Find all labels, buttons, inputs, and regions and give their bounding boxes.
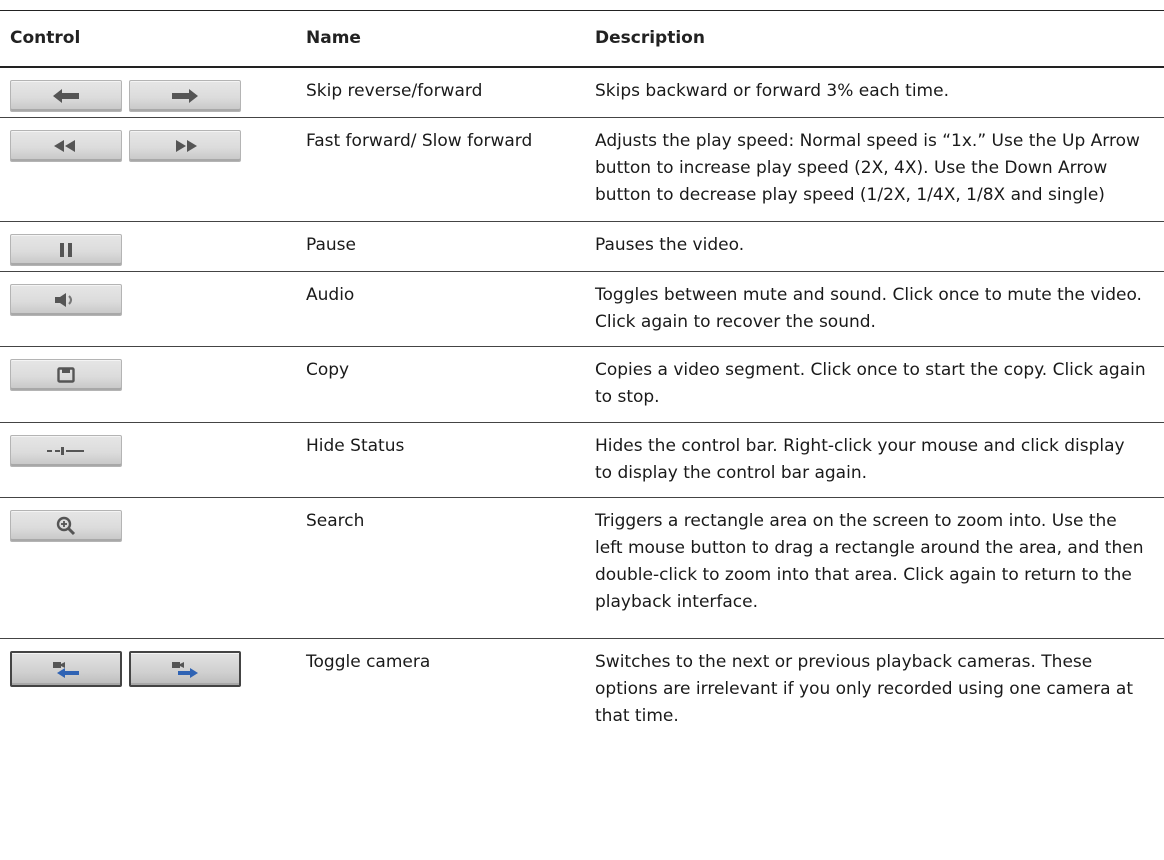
table-row: Audio Toggles between mute and sound. Cl…: [0, 272, 1164, 347]
control-buttons: [10, 435, 122, 467]
control-buttons: [10, 284, 122, 316]
skip-reverse-button[interactable]: [10, 80, 122, 112]
control-buttons: [10, 359, 122, 391]
previous-camera-button[interactable]: [10, 651, 122, 687]
skip-reverse-icon: [53, 89, 79, 103]
control-description: Triggers a rectangle area on the screen …: [595, 511, 1144, 612]
table-row: Skip reverse/forward Skips backward or f…: [0, 68, 1164, 118]
hide-status-button[interactable]: [10, 435, 122, 467]
control-name: Search: [306, 511, 365, 531]
header-description: Description: [595, 28, 705, 48]
pause-button[interactable]: [10, 234, 122, 266]
search-button[interactable]: [10, 510, 122, 542]
header-name: Name: [306, 28, 361, 48]
slow-forward-icon: [54, 140, 75, 152]
control-description: Switches to the next or previous playbac…: [595, 652, 1134, 726]
fast-forward-icon: [176, 140, 197, 152]
zoom-icon: [56, 516, 76, 536]
control-description: Adjusts the play speed: Normal speed is …: [595, 131, 1140, 205]
table-row: Search Triggers a rectangle area on the …: [0, 498, 1164, 639]
top-rule: [0, 10, 1164, 11]
table-row: Pause Pauses the video.: [0, 222, 1164, 272]
table-row: Hide Status Hides the control bar. Right…: [0, 423, 1164, 498]
control-name: Toggle camera: [306, 652, 431, 672]
skip-forward-icon: [172, 89, 198, 103]
control-description: Toggles between mute and sound. Click on…: [595, 285, 1142, 332]
pause-icon: [60, 243, 72, 257]
copy-button[interactable]: [10, 359, 122, 391]
control-buttons: [10, 80, 241, 112]
control-description: Copies a video segment. Click once to st…: [595, 360, 1146, 407]
table-row: Copy Copies a video segment. Click once …: [0, 347, 1164, 423]
previous-camera-icon: [53, 662, 79, 678]
control-buttons: [10, 510, 122, 542]
next-camera-button[interactable]: [129, 651, 241, 687]
control-description: Pauses the video.: [595, 235, 745, 255]
speaker-icon: [55, 293, 72, 307]
next-camera-icon: [172, 662, 198, 678]
control-description: Hides the control bar. Right-click your …: [595, 436, 1125, 483]
control-name: Pause: [306, 235, 356, 255]
fast-forward-button[interactable]: [129, 130, 241, 162]
save-icon: [57, 367, 75, 383]
control-name: Skip reverse/forward: [306, 81, 483, 101]
header-control: Control: [10, 28, 81, 48]
table-row: Toggle camera Switches to the next or pr…: [0, 639, 1164, 744]
skip-forward-button[interactable]: [129, 80, 241, 112]
control-name: Audio: [306, 285, 355, 305]
control-name: Copy: [306, 360, 350, 380]
hide-status-icon: [47, 447, 84, 455]
control-buttons: [10, 234, 122, 266]
audio-button[interactable]: [10, 284, 122, 316]
control-description: Skips backward or forward 3% each time.: [595, 81, 949, 101]
control-buttons: [10, 130, 241, 162]
control-name: Fast forward/ Slow forward: [306, 131, 533, 151]
control-buttons: [10, 651, 241, 687]
table-row: Fast forward/ Slow forward Adjusts the p…: [0, 118, 1164, 222]
slow-forward-button[interactable]: [10, 130, 122, 162]
control-name: Hide Status: [306, 436, 405, 456]
